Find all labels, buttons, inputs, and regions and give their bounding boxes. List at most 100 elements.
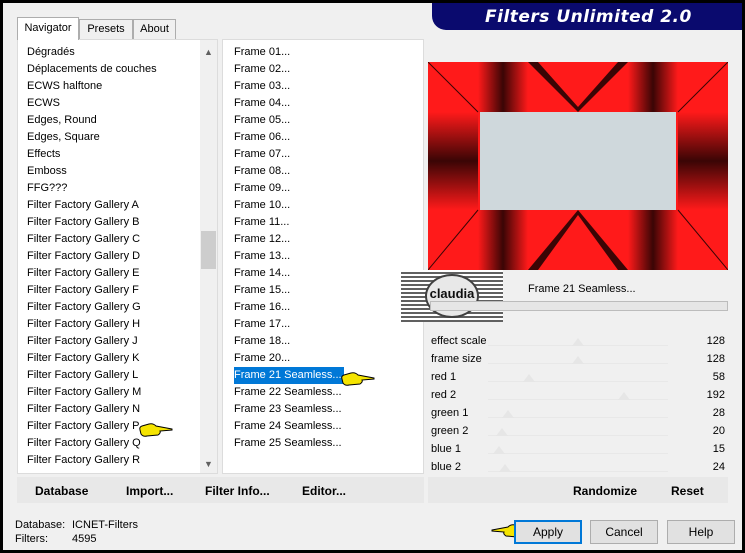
param-value: 15 xyxy=(712,443,725,455)
cancel-button[interactable]: Cancel xyxy=(590,520,658,544)
category-item[interactable]: Emboss xyxy=(27,163,67,180)
filter-item[interactable]: Frame 22 Seamless... xyxy=(234,384,342,401)
slider-thumb[interactable] xyxy=(492,446,505,454)
category-item[interactable]: Filter Factory Gallery B xyxy=(27,214,139,231)
filter-item[interactable]: Frame 01... xyxy=(234,44,290,61)
param-slider-row[interactable]: blue 2 24 xyxy=(428,458,728,476)
filter-item[interactable]: Frame 15... xyxy=(234,282,290,299)
filter-item[interactable]: Frame 16... xyxy=(234,299,290,316)
filter-item[interactable]: Frame 04... xyxy=(234,95,290,112)
filter-item[interactable]: Frame 09... xyxy=(234,180,290,197)
category-item[interactable]: Filter Factory Gallery C xyxy=(27,231,140,248)
category-item[interactable]: Filter Factory Gallery A xyxy=(27,197,139,214)
param-track[interactable] xyxy=(488,435,668,436)
category-item[interactable]: Filter Factory Gallery Q xyxy=(27,435,141,452)
filter-item[interactable]: Frame 03... xyxy=(234,78,290,95)
database-value: ICNET-Filters xyxy=(72,519,138,531)
category-item[interactable]: Filter Factory Gallery K xyxy=(27,350,139,367)
import-button[interactable]: Import... xyxy=(126,484,173,498)
category-item[interactable]: Filter Factory Gallery E xyxy=(27,265,139,282)
filter-item[interactable]: Frame 14... xyxy=(234,265,290,282)
pointing-hand-icon xyxy=(341,372,375,386)
filter-item[interactable]: Frame 08... xyxy=(234,163,290,180)
category-item[interactable]: Filter Factory Gallery F xyxy=(27,282,139,299)
slider-thumb[interactable] xyxy=(496,428,509,436)
filter-item-selected[interactable]: Frame 21 Seamless... xyxy=(234,367,344,384)
filters-count: 4595 xyxy=(72,533,97,545)
category-item[interactable]: Edges, Round xyxy=(27,112,97,129)
scroll-up-arrow-icon[interactable]: ▲ xyxy=(200,44,217,61)
param-track[interactable] xyxy=(488,417,668,418)
param-slider-row[interactable]: red 1 58 xyxy=(428,368,728,386)
help-button[interactable]: Help xyxy=(667,520,735,544)
filter-item[interactable]: Frame 02... xyxy=(234,61,290,78)
param-slider-row[interactable]: red 2 192 xyxy=(428,386,728,404)
randomize-button[interactable]: Randomize xyxy=(573,484,637,498)
category-item[interactable]: Effects xyxy=(27,146,60,163)
category-item[interactable]: Filter Factory Gallery L xyxy=(27,367,138,384)
filter-item[interactable]: Frame 25 Seamless... xyxy=(234,435,342,452)
param-track[interactable] xyxy=(488,399,668,400)
filter-info-button[interactable]: Filter Info... xyxy=(205,484,270,498)
category-item[interactable]: Filter Factory Gallery J xyxy=(27,333,138,350)
tab-navigator[interactable]: Navigator xyxy=(17,17,79,40)
param-value: 58 xyxy=(712,371,725,383)
category-item[interactable]: Edges, Square xyxy=(27,129,100,146)
filter-item[interactable]: Frame 11... xyxy=(234,214,289,231)
slider-thumb[interactable] xyxy=(572,338,585,346)
filter-item[interactable]: Frame 24 Seamless... xyxy=(234,418,342,435)
category-item[interactable]: Filter Factory Gallery H xyxy=(27,316,140,333)
param-track[interactable] xyxy=(488,381,668,382)
filter-item[interactable]: Frame 20... xyxy=(234,350,290,367)
filter-item[interactable]: Frame 06... xyxy=(234,129,290,146)
filter-list[interactable]: Frame 01... Frame 02... Frame 03... Frame 0… xyxy=(222,39,424,474)
param-slider-row[interactable]: green 1 28 xyxy=(428,404,728,422)
category-scrollbar[interactable]: ▲ ▼ xyxy=(200,40,217,473)
slider-thumb[interactable] xyxy=(498,464,511,472)
database-button[interactable]: Database xyxy=(35,484,88,498)
category-item[interactable]: Filter Factory Gallery P xyxy=(27,418,139,435)
tab-presets[interactable]: Presets xyxy=(79,19,133,39)
param-track[interactable] xyxy=(488,471,668,472)
param-label: green 1 xyxy=(431,407,469,419)
progress-bar xyxy=(430,301,728,311)
param-label: effect scale xyxy=(431,335,487,347)
category-item[interactable]: ECWS halftone xyxy=(27,78,102,95)
scroll-down-arrow-icon[interactable]: ▼ xyxy=(200,456,217,473)
param-slider-row[interactable]: frame size 128 xyxy=(428,350,728,368)
param-slider-row[interactable]: green 2 20 xyxy=(428,422,728,440)
param-track[interactable] xyxy=(488,453,668,454)
category-item[interactable]: Filter Factory Gallery D xyxy=(27,248,140,265)
category-item[interactable]: Filter Factory Gallery G xyxy=(27,299,141,316)
tab-about[interactable]: About xyxy=(133,19,176,39)
param-value: 20 xyxy=(712,425,725,437)
slider-thumb[interactable] xyxy=(501,410,514,418)
param-slider-row[interactable]: blue 1 15 xyxy=(428,440,728,458)
category-item[interactable]: Filter Factory Gallery R xyxy=(27,452,140,469)
category-item[interactable]: Filter Factory Gallery M xyxy=(27,384,141,401)
editor-button[interactable]: Editor... xyxy=(302,484,346,498)
filter-item[interactable]: Frame 05... xyxy=(234,112,290,129)
category-item[interactable]: Filter Factory Gallery N xyxy=(27,401,140,418)
category-item[interactable]: Dégradés xyxy=(27,44,75,61)
slider-thumb[interactable] xyxy=(572,356,585,364)
filter-item[interactable]: Frame 12... xyxy=(234,231,290,248)
filter-item[interactable]: Frame 17... xyxy=(234,316,290,333)
reset-button[interactable]: Reset xyxy=(671,484,704,498)
category-item[interactable]: ECWS xyxy=(27,95,60,112)
category-list[interactable]: Dégradés Déplacements de couches ECWS half… xyxy=(17,39,218,474)
category-item[interactable]: Déplacements de couches xyxy=(27,61,157,78)
filter-item[interactable]: Frame 07... xyxy=(234,146,290,163)
param-slider-row[interactable]: effect scale 128 xyxy=(428,332,728,350)
filter-item[interactable]: Frame 18... xyxy=(234,333,290,350)
param-label: blue 2 xyxy=(431,461,461,473)
filter-item[interactable]: Frame 23 Seamless... xyxy=(234,401,342,418)
watermark-logo: claudia xyxy=(401,270,503,322)
slider-thumb[interactable] xyxy=(617,392,630,400)
apply-button[interactable]: Apply xyxy=(514,520,582,544)
filter-item[interactable]: Frame 10... xyxy=(234,197,290,214)
category-scroll-thumb[interactable] xyxy=(201,231,216,269)
category-item[interactable]: FFG??? xyxy=(27,180,67,197)
filter-item[interactable]: Frame 13... xyxy=(234,248,290,265)
slider-thumb[interactable] xyxy=(522,374,535,382)
